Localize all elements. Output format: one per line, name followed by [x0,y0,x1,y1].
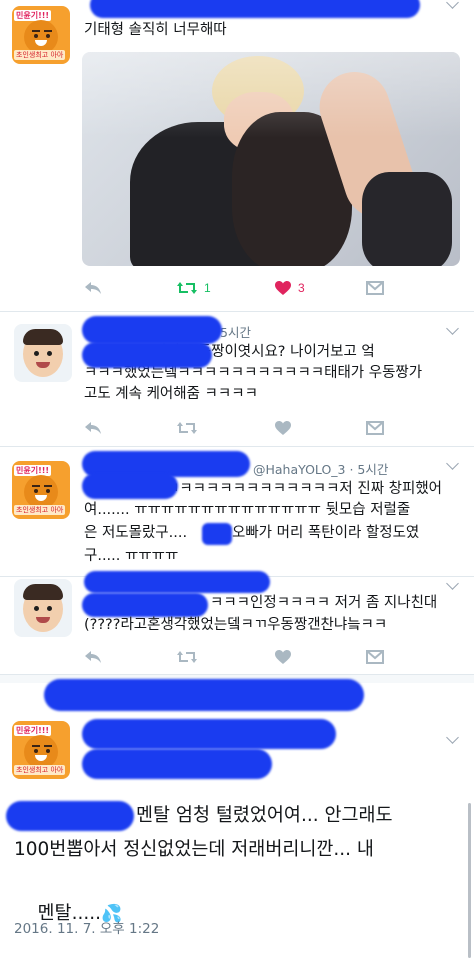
tweet-text-line: (????라고혼생각했었는뎈ㅋㄲ우동짱갠찬냐늨ㅋㅋ [84,617,388,633]
message-icon [366,650,384,664]
like-button[interactable]: 3 [274,278,305,298]
reply-button[interactable] [84,278,102,298]
tweet-card-main[interactable]: 민윤기!!! 초인생최고 아아 멘탈 엄청 털렸었어여... 안그래도 100번… [0,679,474,962]
tweet-text-line: 멘탈.....💦 [37,903,123,924]
redacted-name [202,523,232,545]
redacted-mention [82,473,178,499]
tweet-card-3[interactable]: 민윤기!!! 초인생최고 아아 @HahaYOLO_3 · 5시간 ㅋㅋㅋㅋㅋㅋ… [0,447,474,575]
message-button[interactable] [366,418,384,438]
avatar[interactable] [14,579,72,637]
tweet-text-line: 은 저도몰랐구.... [84,525,188,541]
chevron-down-icon[interactable] [446,0,459,9]
retweet-count: 1 [204,281,211,295]
avatar[interactable]: 민윤기!!! 초인생최고 아아 [12,461,70,519]
like-button[interactable] [274,647,292,667]
tweet-text-line: 멘탈 엄청 털렸었어여... 안그래도 [136,805,393,826]
avatar-badge: 민윤기!!! [14,10,52,21]
tweet-card-1[interactable]: 민윤기!!! 초인생최고 아아 기태형 솔직히 너무해따 1 3 [0,0,474,310]
reply-button[interactable] [84,418,102,438]
tweet-text-line: ㅋㅋㅋㅋㅋㅋㅋㅋㅋㅋㅋㅋㅋ저 진짜 창피했어 [166,481,443,497]
retweet-icon [177,282,197,294]
avatar-tag: 초인생최고 아아 [14,765,66,775]
reply-icon [85,651,101,663]
redacted-display-name [90,0,420,18]
tweet-text-line: ㅋㅋㅋ인정ㅋㅋㅋㅋ 저거 좀 지나친대 [210,595,438,611]
tweet-handle: @HahaYOLO_3 · 5시간 [253,462,389,477]
retweet-button[interactable]: 1 [176,278,211,298]
tweet-text-line: 여....... ㅠㅠㅠㅠㅠㅠㅠㅠㅠㅠㅠㅠㅠㅠ 뒷모습 저럴줄 [84,502,411,518]
scrollbar[interactable] [468,803,471,958]
redacted-display-name [84,571,270,593]
retweet-button[interactable] [176,418,198,438]
avatar-badge: 민윤기!!! [14,465,52,476]
avatar-tag: 초인생최고 아아 [14,505,66,515]
reply-button[interactable] [84,647,102,667]
heart-icon [275,421,291,435]
avatar-tag: 초인생최고 아아 [14,50,66,60]
retweet-icon [177,651,197,663]
tweet-text-line: 100번뽑아서 정신없었는데 저래버리니깐... 내 [14,839,374,860]
reply-icon [85,422,101,434]
like-button[interactable] [274,418,292,438]
retweet-icon [177,422,197,434]
message-icon [366,421,384,435]
message-button[interactable] [366,278,384,298]
redacted-name [6,801,134,831]
tweet-text-line: 오빠가 머리 폭탄이라 할정도였 [232,525,420,541]
tweet-time: 5시간 [220,325,251,340]
redacted-mention [82,342,212,368]
redacted-handle [82,749,272,779]
tweet-text: 기태형 솔직히 너무해따 [84,22,227,38]
message-icon [366,281,384,295]
heart-icon [275,281,291,295]
redacted-display-name [82,719,336,749]
tweet-text-line: 구..... ㅠㅠㅠㅠ [84,548,179,564]
chevron-down-icon[interactable] [446,577,459,590]
tweet-photo[interactable] [82,52,460,266]
avatar[interactable]: 민윤기!!! 초인생최고 아아 [12,721,70,779]
reply-icon [85,282,101,294]
chevron-down-icon[interactable] [446,731,459,744]
avatar[interactable] [14,324,72,382]
redacted-reply-context [44,679,364,711]
chevron-down-icon[interactable] [446,322,459,335]
timestamp: 2016. 11. 7. 오후 1:22 [14,921,160,937]
chevron-down-icon[interactable] [446,457,459,470]
redacted-mention [82,593,208,617]
avatar[interactable]: 민윤기!!! 초인생최고 아아 [12,6,70,64]
tweet-card-4[interactable]: ㅋㅋㅋ인정ㅋㅋㅋㅋ 저거 좀 지나친대 (????라고혼생각했었는뎈ㅋㄲ우동짱갠… [0,571,474,673]
heart-icon [275,650,291,664]
like-count: 3 [298,281,305,295]
tweet-card-2[interactable]: 5시간 이거 우동짱이엿시요? 나이거보고 엌 ㅋㅋㅋ했었는뎈ㅋㅋㅋㅋㅋㅋㅋㅋㅋ… [0,312,474,444]
retweet-button[interactable] [176,647,198,667]
message-button[interactable] [366,647,384,667]
redacted-display-name [82,316,222,344]
avatar-badge: 민윤기!!! [14,725,52,736]
